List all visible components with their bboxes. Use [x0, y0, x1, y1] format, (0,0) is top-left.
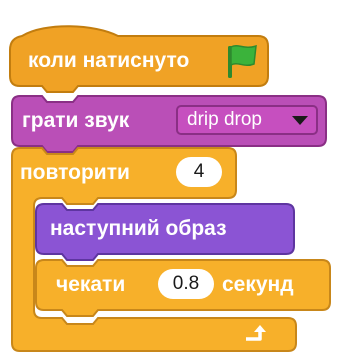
- wait-label[interactable]: чекати: [56, 273, 125, 297]
- green-flag-icon: [228, 44, 257, 78]
- play-sound-label[interactable]: грати звук: [22, 109, 129, 133]
- repeat-count-input[interactable]: 4: [176, 157, 222, 187]
- repeat-label[interactable]: повторити: [20, 161, 130, 185]
- next-costume-label[interactable]: наступний образ: [50, 217, 227, 241]
- loop-arrow-icon: [246, 325, 266, 341]
- dropdown-arrow-icon: [292, 116, 308, 125]
- hat-block-label[interactable]: коли натиснуто: [28, 49, 189, 73]
- sound-dropdown[interactable]: drip drop: [176, 105, 318, 135]
- scratch-script-area: коли натиснуто грати звук drip drop повт…: [0, 0, 337, 361]
- wait-seconds-input[interactable]: 0.8: [158, 269, 214, 299]
- sound-dropdown-value: drip drop: [187, 109, 262, 130]
- wait-unit-label: секунд: [222, 273, 294, 296]
